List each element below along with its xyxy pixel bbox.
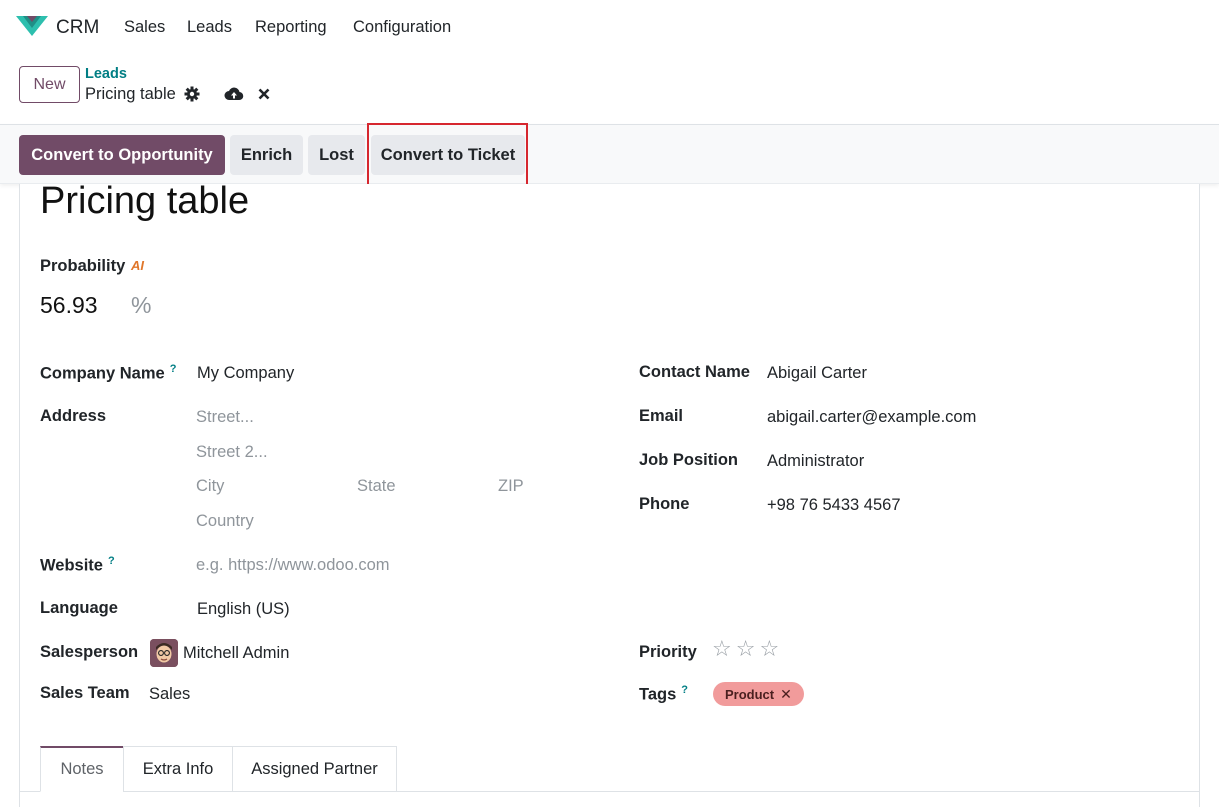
- lead-title[interactable]: Pricing table: [40, 180, 249, 223]
- website-input[interactable]: e.g. https://www.odoo.com: [196, 556, 390, 575]
- breadcrumb-current: Pricing table: [85, 85, 176, 103]
- company-name-field[interactable]: My Company: [197, 364, 294, 383]
- job-position-field[interactable]: Administrator: [767, 452, 864, 471]
- language-label: Language: [40, 599, 118, 617]
- country-input[interactable]: Country: [196, 512, 254, 531]
- status-bar: Convert to Opportunity Enrich Lost Conve…: [0, 124, 1219, 184]
- contact-name-label: Contact Name: [639, 363, 750, 381]
- phone-field[interactable]: +98 76 5433 4567: [767, 496, 901, 515]
- avatar: [150, 639, 178, 667]
- probability-unit: %: [131, 292, 152, 318]
- star-icon[interactable]: ☆: [712, 636, 732, 662]
- zip-input[interactable]: ZIP: [498, 477, 524, 496]
- ai-icon[interactable]: AI: [131, 258, 144, 273]
- contact-name-field[interactable]: Abigail Carter: [767, 364, 867, 383]
- phone-label: Phone: [639, 495, 690, 513]
- sales-team-label: Sales Team: [40, 684, 130, 702]
- discard-close-icon[interactable]: [255, 85, 273, 103]
- email-field[interactable]: abigail.carter@example.com: [767, 408, 976, 427]
- job-position-label: Job Position: [639, 451, 738, 469]
- website-label: Website?: [40, 555, 115, 575]
- crm-logo-icon[interactable]: [16, 14, 48, 38]
- nav-reporting[interactable]: Reporting: [255, 18, 327, 37]
- enrich-button[interactable]: Enrich: [230, 135, 303, 175]
- company-name-label: Company Name?: [40, 363, 177, 383]
- probability-label: Probability: [40, 257, 126, 275]
- tab-assigned-partner[interactable]: Assigned Partner: [232, 746, 397, 792]
- convert-to-opportunity-button[interactable]: Convert to Opportunity: [19, 135, 225, 175]
- top-navbar: CRM Sales Leads Reporting Configuration: [0, 0, 1219, 54]
- probability-value[interactable]: 56.93: [40, 292, 98, 319]
- help-icon[interactable]: ?: [108, 555, 115, 567]
- nav-leads[interactable]: Leads: [187, 18, 232, 37]
- salesperson-label: Salesperson: [40, 643, 139, 661]
- gear-icon[interactable]: [183, 85, 201, 103]
- street-input[interactable]: Street...: [196, 408, 254, 427]
- salesperson-field[interactable]: Mitchell Admin: [183, 644, 289, 663]
- app-name[interactable]: CRM: [56, 17, 99, 39]
- tags-label: Tags?: [639, 684, 689, 704]
- lost-button[interactable]: Lost: [308, 135, 365, 175]
- convert-to-ticket-button[interactable]: Convert to Ticket: [371, 135, 525, 175]
- city-input[interactable]: City: [196, 477, 224, 496]
- star-icon[interactable]: ☆: [736, 636, 756, 662]
- tag-badge: Product ✕: [713, 682, 804, 706]
- priority-label: Priority: [639, 643, 697, 661]
- tab-notes[interactable]: Notes: [40, 746, 124, 792]
- street2-input[interactable]: Street 2...: [196, 443, 268, 462]
- tab-extra-info[interactable]: Extra Info: [123, 746, 233, 792]
- email-label: Email: [639, 407, 684, 425]
- help-icon[interactable]: ?: [170, 363, 177, 375]
- tag-remove-icon[interactable]: ✕: [780, 686, 792, 703]
- tag-label: Product: [725, 686, 775, 702]
- state-input[interactable]: State: [357, 477, 396, 496]
- language-field[interactable]: English (US): [197, 600, 290, 619]
- sales-team-field[interactable]: Sales: [149, 685, 190, 704]
- nav-configuration[interactable]: Configuration: [353, 18, 451, 37]
- star-icon[interactable]: ☆: [759, 636, 779, 662]
- cloud-upload-icon[interactable]: [223, 85, 245, 103]
- breadcrumb-leads[interactable]: Leads: [85, 66, 127, 82]
- priority-stars: ☆ ☆ ☆: [712, 636, 779, 662]
- new-button[interactable]: New: [19, 66, 80, 103]
- help-icon[interactable]: ?: [681, 684, 688, 696]
- address-label: Address: [40, 407, 107, 425]
- nav-sales[interactable]: Sales: [124, 18, 165, 37]
